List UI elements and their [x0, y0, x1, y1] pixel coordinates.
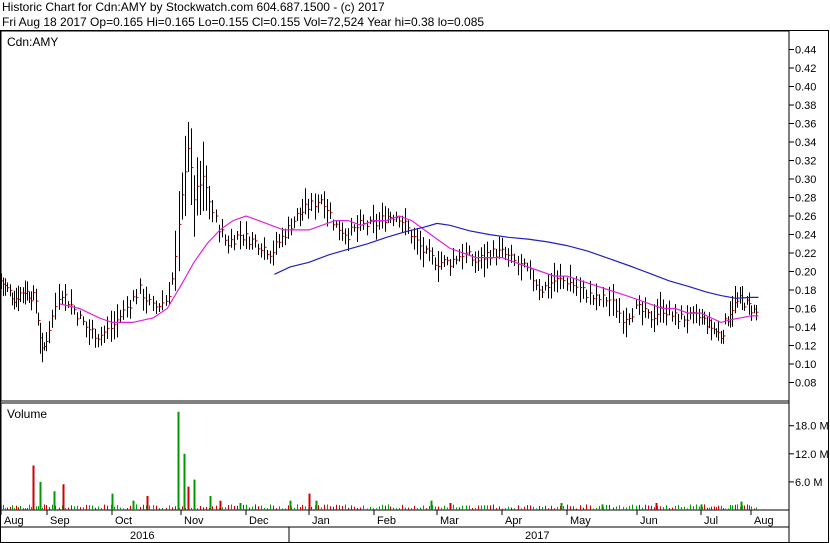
volume-tick-label: 18.0 M: [795, 421, 829, 433]
month-tick-label: Oct: [115, 515, 132, 527]
price-tick-label: 0.38: [795, 100, 816, 112]
month-tick-label: Jun: [640, 515, 658, 527]
price-tick-label: 0.20: [795, 267, 816, 279]
month-tick-label: Feb: [377, 515, 396, 527]
price-tick-label: 0.28: [795, 193, 816, 205]
month-tick-label: Jan: [312, 515, 330, 527]
price-tick-label: 0.32: [795, 156, 816, 168]
volume-panel-frame: [0, 402, 790, 511]
price-panel-frame: [0, 30, 790, 402]
price-tick-label: 0.42: [795, 63, 816, 75]
month-tick-label: Apr: [505, 515, 522, 527]
month-tick-label: Dec: [249, 515, 269, 527]
stock-chart: Cdn:AMY Volume 0.44 0.42 0.40 0.38 0.36 0.34 0…: [0, 30, 829, 543]
price-tick-label: 0.44: [795, 45, 816, 57]
chart-outer-frame: [0, 30, 829, 543]
month-tick-label: May: [570, 515, 591, 527]
month-tick-label: Sep: [50, 515, 70, 527]
price-tick-label: 0.18: [795, 285, 816, 297]
short-moving-average-line: [59, 215, 759, 324]
year-label: 2017: [525, 530, 549, 542]
price-tick-label: 0.10: [795, 359, 816, 371]
price-tick-label: 0.14: [795, 322, 816, 334]
price-tick-label: 0.36: [795, 119, 816, 131]
volume-tick-label: 6.0 M: [795, 477, 823, 489]
price-tick-label: 0.24: [795, 230, 816, 242]
price-tick-label: 0.26: [795, 211, 816, 223]
month-tick-label: Nov: [184, 515, 204, 527]
price-tick-label: 0.40: [795, 82, 816, 94]
year-label: 2016: [130, 530, 154, 542]
month-tick-label: Aug: [4, 515, 24, 527]
price-tick-label: 0.16: [795, 304, 816, 316]
price-tick-label: 0.08: [795, 378, 816, 390]
price-tick-label: 0.22: [795, 248, 816, 260]
month-tick-label: Mar: [440, 515, 459, 527]
symbol-label: Cdn:AMY: [7, 35, 58, 49]
month-tick-label: Jul: [704, 515, 718, 527]
month-tick-label: Aug: [754, 515, 774, 527]
price-tick-label: 0.30: [795, 174, 816, 186]
volume-label: Volume: [7, 407, 47, 421]
volume-tick-label: 12.0 M: [795, 449, 829, 461]
price-tick-label: 0.12: [795, 341, 816, 353]
price-tick-label: 0.34: [795, 137, 816, 149]
